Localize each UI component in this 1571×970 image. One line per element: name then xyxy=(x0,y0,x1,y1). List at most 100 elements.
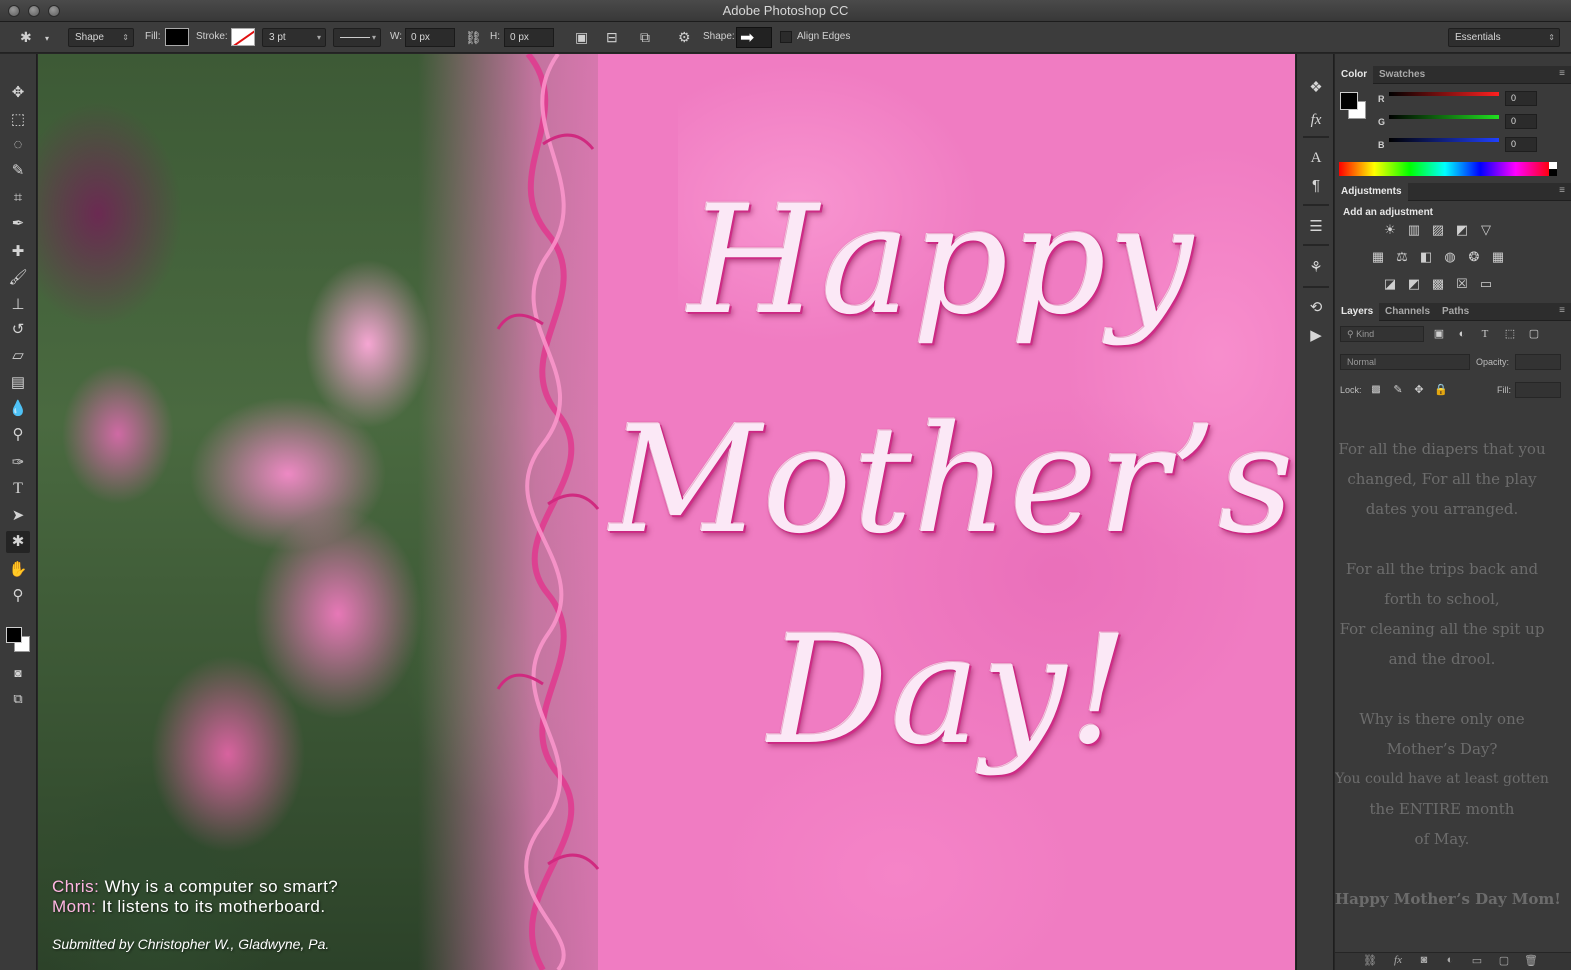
lock-all-icon[interactable]: 🔒 xyxy=(1432,382,1450,398)
pen-tool-icon[interactable]: ✑ xyxy=(6,452,30,474)
color-spectrum-ramp[interactable] xyxy=(1339,162,1557,176)
tab-channels[interactable]: Channels xyxy=(1379,303,1436,321)
foreground-color-swatch[interactable] xyxy=(6,627,22,643)
gradient-tool-icon[interactable]: ▤ xyxy=(6,372,30,394)
tab-adjustments[interactable]: Adjustments xyxy=(1335,183,1408,201)
tab-paths[interactable]: Paths xyxy=(1436,303,1475,321)
chevron-down-icon[interactable]: ▾ xyxy=(45,32,49,46)
move-tool-icon[interactable]: ✥ xyxy=(6,82,30,104)
filter-pixel-icon[interactable]: ▣ xyxy=(1430,326,1448,342)
brush-tool-icon[interactable]: 🖌 xyxy=(6,267,30,289)
screen-mode-icon[interactable]: ⧉ xyxy=(6,688,30,710)
lasso-tool-icon[interactable]: ◌ xyxy=(6,134,30,156)
link-layers-icon[interactable]: ⛓ xyxy=(1361,954,1379,967)
color-lookup-icon[interactable]: ▦ xyxy=(1489,249,1507,265)
trash-icon[interactable]: 🗑 xyxy=(1522,954,1540,967)
color-balance-icon[interactable]: ⚖ xyxy=(1393,249,1411,265)
channel-mixer-icon[interactable]: ❂ xyxy=(1465,249,1483,265)
filter-shape-icon[interactable]: ⬚ xyxy=(1501,326,1519,342)
channel-b-value[interactable]: 0 xyxy=(1505,137,1537,152)
color-foreground-swatch[interactable] xyxy=(1340,92,1358,110)
panel-menu-icon[interactable]: ≡ xyxy=(1559,185,1565,196)
gradient-map-icon[interactable]: ▭ xyxy=(1477,276,1495,292)
selective-color-icon[interactable]: ☒ xyxy=(1453,276,1471,292)
brush-presets-icon[interactable]: ⚘ xyxy=(1306,258,1326,278)
link-icon[interactable]: ⛓ xyxy=(465,31,482,45)
channel-r-slider[interactable] xyxy=(1389,92,1499,96)
panel-menu-icon[interactable]: ≡ xyxy=(1559,305,1565,316)
layer-filter-dropdown[interactable]: ⚲ Kind xyxy=(1340,326,1424,342)
tab-color[interactable]: Color xyxy=(1335,66,1374,84)
levels-icon[interactable]: ▥ xyxy=(1405,222,1423,238)
filter-adjustment-icon[interactable]: ◐ xyxy=(1453,326,1471,342)
styles-fx-icon[interactable]: fx xyxy=(1306,110,1326,130)
photo-filter-icon[interactable]: ◍ xyxy=(1441,249,1459,265)
lock-position-icon[interactable]: ✥ xyxy=(1410,382,1428,398)
type-tool-icon[interactable]: T xyxy=(6,478,30,500)
posterize-icon[interactable]: ◩ xyxy=(1405,276,1423,292)
blur-tool-icon[interactable]: 💧 xyxy=(6,398,30,420)
workspace-dropdown[interactable]: Essentials ⇕ xyxy=(1448,28,1560,47)
path-operations-icon[interactable]: ▣ xyxy=(575,30,588,44)
channel-g-slider[interactable] xyxy=(1389,115,1499,119)
lock-pixels-icon[interactable]: ✎ xyxy=(1389,382,1407,398)
threshold-icon[interactable]: ▩ xyxy=(1429,276,1447,292)
eyedropper-tool-icon[interactable]: ✒ xyxy=(6,213,30,235)
libraries-icon[interactable]: ❖ xyxy=(1306,78,1326,98)
history-brush-tool-icon[interactable]: ↺ xyxy=(6,319,30,341)
new-layer-icon[interactable]: ▢ xyxy=(1495,954,1513,967)
black-white-icon[interactable]: ◧ xyxy=(1417,249,1435,265)
history-panel-icon[interactable]: ⟲ xyxy=(1306,298,1326,318)
stroke-swatch[interactable] xyxy=(231,28,255,46)
layer-style-fx-icon[interactable]: fx xyxy=(1389,954,1407,966)
new-group-icon[interactable]: ▭ xyxy=(1468,954,1486,967)
healing-brush-tool-icon[interactable]: ✚ xyxy=(6,241,30,263)
paragraph-panel-icon[interactable]: ¶ xyxy=(1306,176,1326,196)
opacity-field[interactable] xyxy=(1515,354,1561,370)
clone-stamp-tool-icon[interactable]: ⊥ xyxy=(6,294,30,316)
channel-r-value[interactable]: 0 xyxy=(1505,91,1537,106)
crop-tool-icon[interactable]: ⌗ xyxy=(6,187,30,209)
properties-panel-icon[interactable]: ☰ xyxy=(1306,217,1326,237)
path-arrangement-icon[interactable]: ⧉ xyxy=(640,30,650,44)
align-edges-checkbox[interactable] xyxy=(780,31,792,43)
curves-icon[interactable]: ▨ xyxy=(1429,222,1447,238)
height-field[interactable]: 0 px xyxy=(504,28,554,47)
filter-type-icon[interactable]: T xyxy=(1476,326,1494,342)
character-panel-icon[interactable]: A xyxy=(1306,148,1326,168)
custom-shape-tool-icon[interactable]: ✱ xyxy=(6,531,30,553)
quick-selection-tool-icon[interactable]: ✎ xyxy=(6,160,30,182)
blend-mode-dropdown[interactable]: Normal xyxy=(1340,354,1470,370)
invert-icon[interactable]: ◪ xyxy=(1381,276,1399,292)
path-alignment-icon[interactable]: ⊟ xyxy=(606,30,618,44)
tool-mode-dropdown[interactable]: Shape ⇕ xyxy=(68,28,134,47)
add-mask-icon[interactable]: ◙ xyxy=(1415,954,1433,966)
tab-layers[interactable]: Layers xyxy=(1335,303,1380,321)
path-selection-tool-icon[interactable]: ➤ xyxy=(6,505,30,527)
fill-field[interactable] xyxy=(1515,382,1561,398)
new-adjustment-icon[interactable]: ◐ xyxy=(1441,954,1459,966)
exposure-icon[interactable]: ◩ xyxy=(1453,222,1471,238)
gear-icon[interactable]: ⚙ xyxy=(678,30,691,44)
filter-smart-object-icon[interactable]: ▢ xyxy=(1525,326,1543,342)
shape-picker[interactable]: ➡ xyxy=(736,27,772,48)
panel-menu-icon[interactable]: ≡ xyxy=(1559,68,1565,79)
marquee-tool-icon[interactable]: ⬚ xyxy=(6,109,30,131)
stroke-type-dropdown[interactable]: ▾ xyxy=(333,28,381,47)
channel-g-value[interactable]: 0 xyxy=(1505,114,1537,129)
hand-tool-icon[interactable]: ✋ xyxy=(6,559,30,581)
play-actions-icon[interactable]: ▶ xyxy=(1306,326,1326,346)
tab-swatches[interactable]: Swatches xyxy=(1373,66,1431,84)
channel-b-slider[interactable] xyxy=(1389,138,1499,142)
eraser-tool-icon[interactable]: ▱ xyxy=(6,345,30,367)
vibrance-icon[interactable]: ▽ xyxy=(1477,222,1495,238)
document-canvas[interactable]: Happy Mother’s Day! Chris: Why is a comp… xyxy=(38,54,1295,970)
lock-transparent-icon[interactable]: ▩ xyxy=(1367,382,1385,398)
custom-shape-tool-preset-icon[interactable]: ✱ xyxy=(20,30,32,44)
width-field[interactable]: 0 px xyxy=(405,28,455,47)
hue-saturation-icon[interactable]: ▦ xyxy=(1369,249,1387,265)
quick-mask-icon[interactable]: ◙ xyxy=(6,662,30,684)
fill-swatch[interactable] xyxy=(165,28,189,46)
brightness-contrast-icon[interactable]: ☀ xyxy=(1381,222,1399,238)
dodge-tool-icon[interactable]: ⚲ xyxy=(6,424,30,446)
